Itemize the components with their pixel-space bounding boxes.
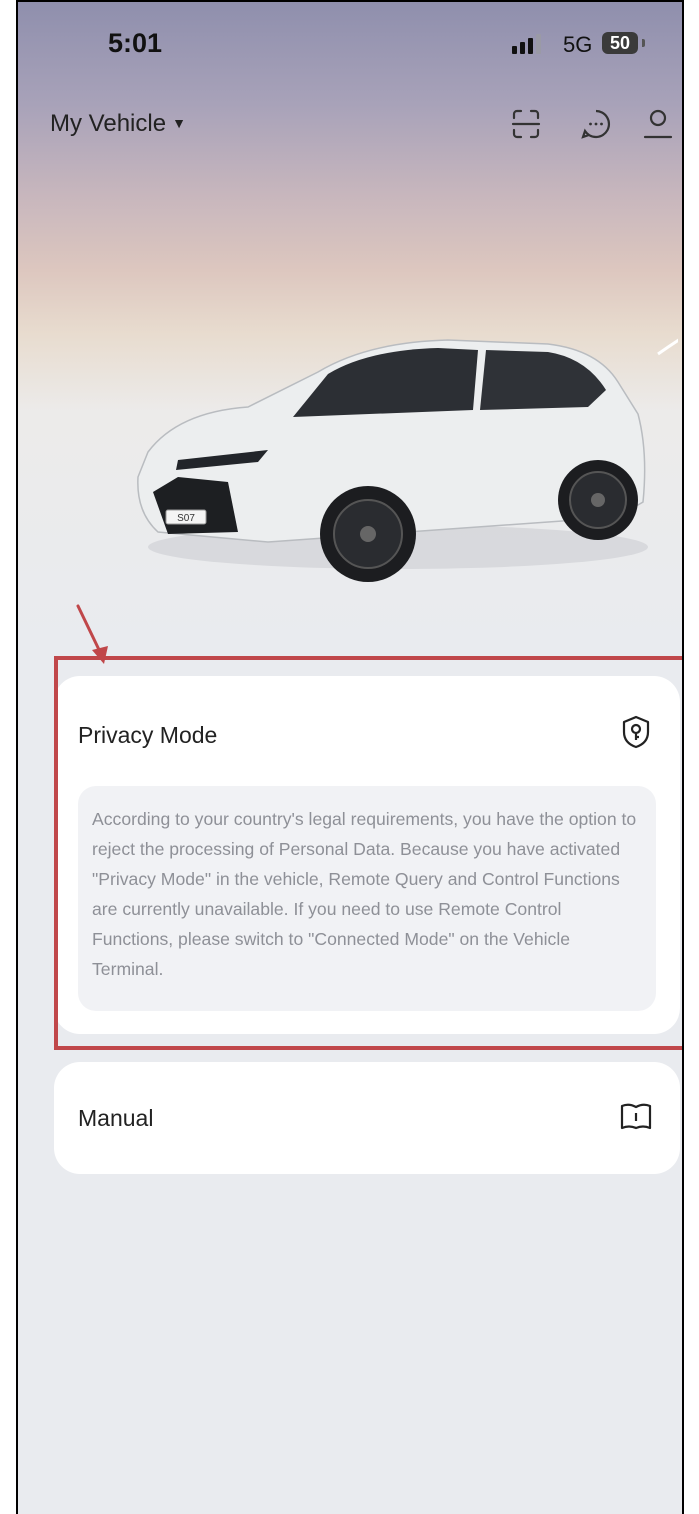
app-screen: 5:01 5G 50 My Vehicle ▼ S07 Privacy Mode…	[16, 0, 684, 1514]
status-time: 5:01	[108, 28, 163, 58]
vehicle-selector[interactable]: My Vehicle ▼	[50, 110, 186, 138]
network-type: 5G	[563, 32, 593, 57]
profile-icon[interactable]	[640, 106, 676, 142]
status-bar: 5:01 5G 50	[18, 24, 682, 64]
message-icon[interactable]	[578, 106, 614, 142]
top-bar: My Vehicle ▼	[18, 106, 682, 146]
vehicle-image: S07	[137, 338, 678, 582]
book-icon[interactable]	[618, 1098, 654, 1134]
vehicle-selector-label: My Vehicle	[50, 110, 167, 137]
battery-level: 50	[602, 32, 638, 54]
battery-tip	[642, 39, 645, 47]
scan-icon[interactable]	[508, 106, 544, 142]
highlight-box	[54, 656, 682, 1050]
dropdown-caret-icon: ▼	[172, 115, 186, 131]
manual-card[interactable]: Manual	[54, 1062, 680, 1174]
car-badge: S07	[177, 513, 195, 524]
manual-title: Manual	[78, 1105, 154, 1131]
signal-icon	[512, 34, 541, 54]
